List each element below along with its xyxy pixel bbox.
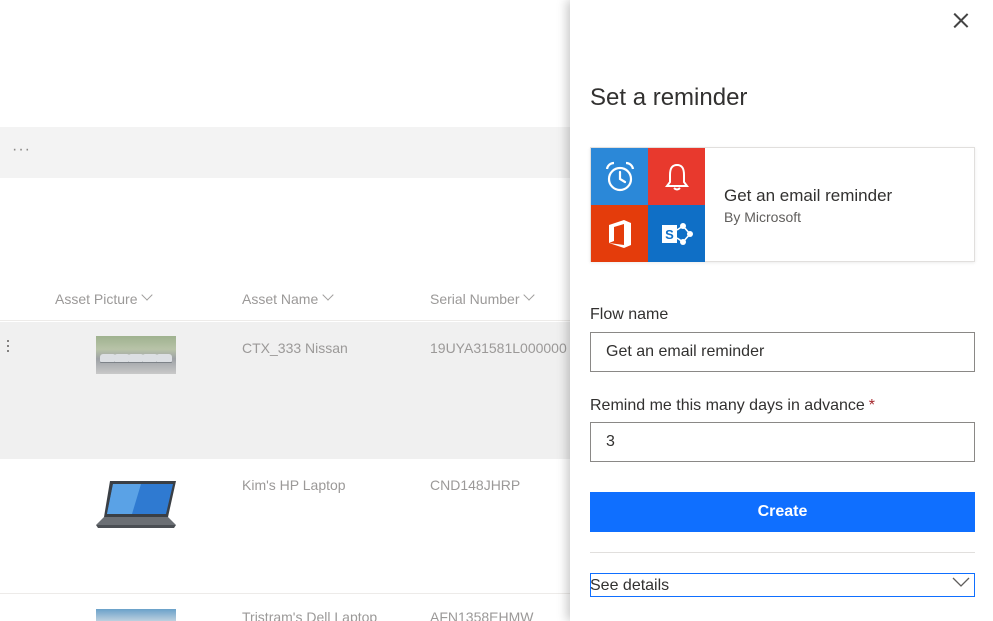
template-card[interactable]: S Get an email reminder By Microsoft: [590, 147, 975, 262]
create-button[interactable]: Create: [590, 492, 975, 532]
sharepoint-icon: S: [648, 205, 705, 262]
alarm-clock-icon: [591, 148, 648, 205]
asset-name-cell: Tristram's Dell Laptop: [242, 609, 378, 621]
asset-picture-thumbnail: [96, 609, 176, 621]
column-header-asset-picture[interactable]: Asset Picture: [55, 291, 152, 307]
serial-number-cell: CND148JHRP: [430, 477, 521, 493]
chevron-down-icon: [952, 577, 970, 587]
flow-name-label: Flow name: [590, 306, 669, 323]
see-details-toggle[interactable]: See details: [590, 573, 975, 597]
chevron-down-icon: [524, 291, 534, 301]
asset-name-cell: CTX_333 Nissan: [242, 340, 348, 356]
template-icon-grid: S: [591, 148, 705, 262]
more-options-button[interactable]: ···: [12, 141, 31, 159]
section-divider: [590, 552, 975, 553]
asset-picture-thumbnail: [96, 336, 176, 374]
bell-icon: [648, 148, 705, 205]
column-header-label: Serial Number: [430, 291, 520, 307]
laptop-thumbnail: [96, 481, 176, 528]
days-in-advance-label: Remind me this many days in advance *: [590, 397, 876, 414]
set-reminder-panel: Set a reminder S Get an email reminder B…: [570, 0, 993, 621]
column-header-label: Asset Name: [242, 291, 319, 307]
column-header-asset-name[interactable]: Asset Name: [242, 291, 333, 307]
column-header-serial-number[interactable]: Serial Number: [430, 291, 534, 307]
see-details-label: See details: [590, 577, 670, 594]
chevron-down-icon: [142, 291, 152, 301]
flow-name-field[interactable]: [590, 332, 975, 372]
close-icon[interactable]: [950, 9, 972, 31]
office-icon: [591, 205, 648, 262]
chevron-down-icon: [323, 291, 333, 301]
required-mark: *: [868, 397, 876, 414]
panel-title: Set a reminder: [590, 84, 748, 111]
svg-text:S: S: [665, 227, 674, 242]
serial-number-cell: AFN1358EHMW: [430, 609, 534, 621]
row-more-icon[interactable]: [7, 340, 10, 355]
days-in-advance-field[interactable]: [590, 422, 975, 462]
serial-number-cell: 19UYA31581L000000: [430, 340, 567, 356]
template-author: By Microsoft: [724, 209, 802, 225]
template-name: Get an email reminder: [724, 186, 893, 205]
column-header-label: Asset Picture: [55, 291, 138, 307]
asset-name-cell: Kim's HP Laptop: [242, 477, 346, 493]
